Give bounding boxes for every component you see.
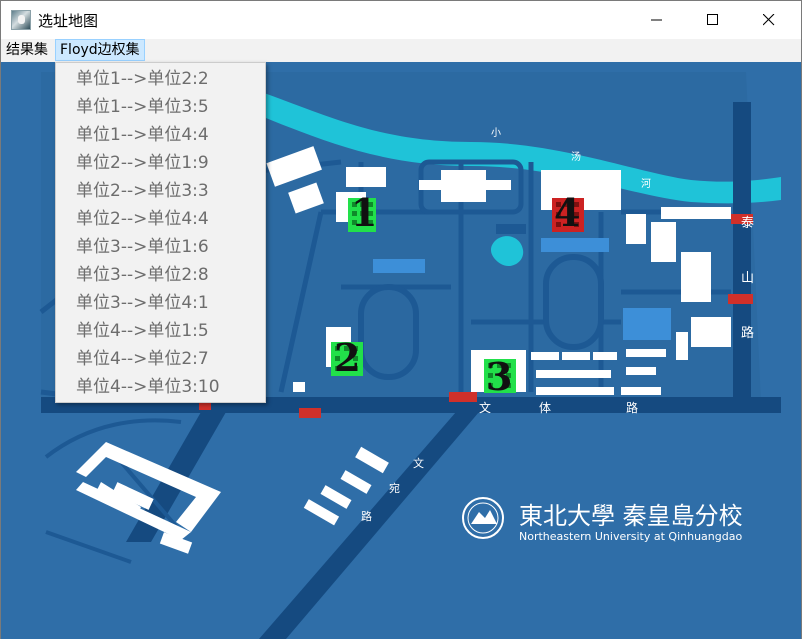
marker-2-label[interactable]: 2 (334, 339, 360, 377)
dropdown-item[interactable]: 单位2-->单位1:9 (56, 149, 265, 177)
logo-chinese: 東北大學 秦皇島分校 (519, 502, 743, 530)
river-label-1: 小 (491, 127, 501, 139)
dropdown-item[interactable]: 单位3-->单位1:6 (56, 233, 265, 261)
title-bar: 选址地图 (1, 1, 801, 39)
dropdown-item[interactable]: 单位2-->单位4:4 (56, 205, 265, 233)
app-photo-icon (11, 10, 31, 30)
road-label-lu3: 路 (361, 510, 372, 523)
floyd-weights-dropdown: 单位1-->单位2:2 单位1-->单位3:5 单位1-->单位4:4 单位2-… (55, 62, 266, 403)
dropdown-item[interactable]: 单位4-->单位1:5 (56, 317, 265, 345)
menu-bar: 结果集 Floyd边权集 (1, 39, 801, 62)
road-label-wen: 文 (479, 400, 491, 415)
marker-4-label[interactable]: 4 (554, 194, 580, 232)
road-label-ti: 体 (539, 401, 551, 415)
dropdown-item[interactable]: 单位4-->单位2:7 (56, 345, 265, 373)
dropdown-item[interactable]: 单位1-->单位4:4 (56, 121, 265, 149)
dropdown-item[interactable]: 单位1-->单位3:5 (56, 93, 265, 121)
maximize-icon (707, 14, 718, 25)
road-label-shan: 山 (741, 271, 754, 286)
window-title: 选址地图 (38, 12, 99, 30)
river-label-2: 汤 (571, 150, 581, 163)
menu-floyd-weights[interactable]: Floyd边权集 (55, 39, 145, 61)
maximize-button[interactable] (690, 1, 736, 39)
logo-english: Northeastern University at Qinhuangdao (519, 530, 742, 543)
road-label-lu2: 路 (741, 325, 754, 341)
close-icon (763, 14, 775, 26)
dropdown-item[interactable]: 单位1-->单位2:2 (56, 65, 265, 93)
close-button[interactable] (746, 1, 792, 39)
marker-3-label[interactable]: 3 (486, 358, 512, 396)
river-label-3: 河 (641, 178, 651, 190)
road-label-lu: 路 (626, 400, 638, 415)
menu-result-set[interactable]: 结果集 (2, 39, 52, 61)
minimize-icon (651, 19, 662, 21)
road-label-tai: 泰 (741, 216, 754, 231)
dropdown-item[interactable]: 单位3-->单位4:1 (56, 289, 265, 317)
road-label-wan: 宛 (389, 481, 400, 495)
marker-1-label[interactable]: 1 (351, 194, 377, 232)
app-window: 选址地图 结果集 Floyd边权集 文 体 路 泰 山 路 文 宛 路 小 汤 … (0, 0, 802, 639)
dropdown-item[interactable]: 单位3-->单位2:8 (56, 261, 265, 289)
dropdown-item[interactable]: 单位4-->单位3:10 (56, 373, 265, 401)
dropdown-item[interactable]: 单位2-->单位3:3 (56, 177, 265, 205)
minimize-button[interactable] (634, 1, 680, 39)
road-label-wen2: 文 (413, 456, 424, 470)
